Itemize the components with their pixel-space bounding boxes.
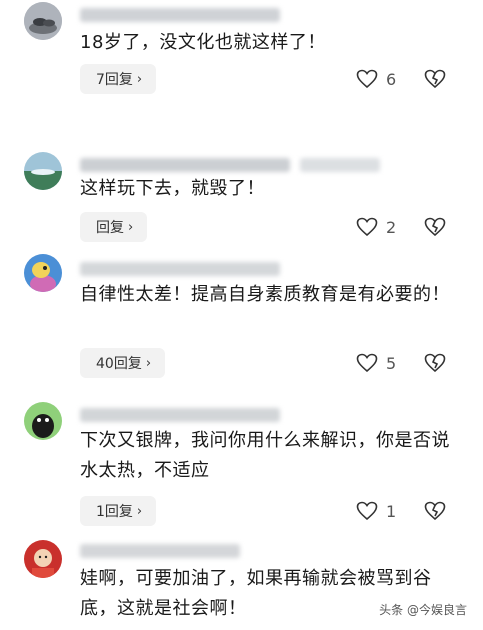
heart-outline-icon (356, 69, 378, 89)
broken-heart-icon (424, 353, 446, 373)
heart-outline-icon (356, 217, 378, 237)
chevron-right-icon: › (145, 355, 152, 371)
username-blurred (80, 262, 280, 276)
broken-heart-icon (424, 69, 446, 89)
avatar[interactable] (24, 152, 62, 190)
dislike-button[interactable] (424, 496, 446, 526)
watermark: 头条 @今娱良言 (375, 599, 471, 620)
avatar[interactable] (24, 402, 62, 440)
dislike-button[interactable] (424, 348, 446, 378)
dislike-button[interactable] (424, 212, 446, 242)
replies-label: 回复 (96, 220, 124, 236)
like-count: 2 (386, 217, 397, 237)
replies-button[interactable]: 7回复 › (80, 64, 157, 94)
avatar[interactable] (24, 2, 62, 40)
broken-heart-icon (424, 217, 446, 237)
replies-label: 40回复 (96, 356, 142, 372)
replies-button[interactable]: 回复 › (80, 212, 148, 242)
chevron-right-icon: › (136, 71, 143, 87)
username-blurred (80, 544, 240, 558)
username-blurred (80, 158, 290, 172)
heart-outline-icon (356, 501, 378, 521)
like-count: 1 (386, 501, 397, 521)
avatar[interactable] (24, 540, 62, 578)
like-button[interactable]: 2 (356, 212, 396, 242)
heart-outline-icon (356, 353, 378, 373)
chevron-right-icon: › (128, 219, 134, 235)
broken-heart-icon (424, 501, 446, 521)
dislike-button[interactable] (424, 64, 446, 94)
like-button[interactable]: 1 (356, 496, 396, 526)
like-count: 5 (386, 353, 397, 373)
like-button[interactable]: 5 (356, 348, 396, 378)
replies-button[interactable]: 1回复 › (80, 496, 157, 526)
comment-text: 下次又银牌，我问你用什么来解识，你是否说水太热，不适应 (80, 430, 450, 481)
like-count: 6 (386, 69, 397, 89)
username-blurred (80, 408, 280, 422)
replies-button[interactable]: 40回复 › (80, 348, 166, 378)
replies-label: 7回复 (96, 72, 133, 88)
watermark-text: 头条 @今娱良言 (379, 603, 467, 617)
chevron-right-icon: › (136, 503, 143, 519)
like-button[interactable]: 6 (356, 64, 396, 94)
comment-text: 自律性太差！提高自身素质教育是有必要的！ (80, 284, 450, 305)
replies-label: 1回复 (96, 504, 133, 520)
comment-text: 这样玩下去，就毁了！ (80, 178, 265, 199)
avatar[interactable] (24, 254, 62, 292)
username-blurred (300, 158, 380, 172)
comment-text: 18岁了，没文化也就这样了！ (80, 32, 326, 53)
username-blurred (80, 8, 280, 22)
